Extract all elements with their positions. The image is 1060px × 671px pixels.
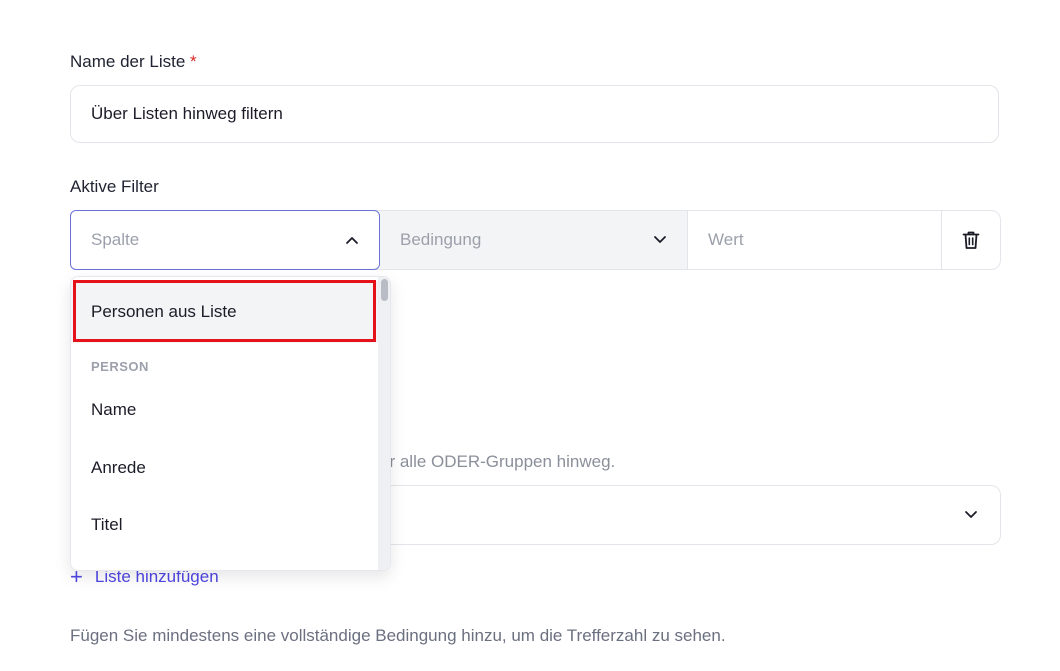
column-dropdown: Personen aus Liste PERSON Name Anrede Ti… (70, 276, 391, 571)
active-filters-label: Aktive Filter (70, 177, 159, 196)
dropdown-item-title[interactable]: Titel (71, 497, 380, 553)
dropdown-scrollbar[interactable] (378, 277, 390, 570)
match-count-hint: Fügen Sie mindestens eine vollständige B… (70, 626, 726, 645)
column-placeholder: Spalte (91, 230, 140, 249)
column-select[interactable]: Spalte (70, 210, 380, 270)
dropdown-item-label: Personen aus Liste (91, 302, 237, 321)
or-groups-hint: er alle ODER-Gruppen hinweg. (380, 452, 616, 471)
chevron-down-icon (653, 233, 667, 247)
filter-row: Spalte Bedingung Wert (70, 210, 1001, 270)
chevron-up-icon (345, 233, 359, 247)
dropdown-item-name[interactable]: Name (71, 382, 380, 438)
list-name-label: Name der Liste * (70, 52, 197, 72)
condition-placeholder: Bedingung (400, 230, 482, 249)
list-name-input[interactable]: Über Listen hinweg filtern (70, 85, 999, 143)
list-name-label-text: Name der Liste (70, 52, 186, 71)
condition-select[interactable]: Bedingung (380, 211, 688, 269)
dropdown-item-label: Name (91, 400, 137, 419)
trash-icon (962, 230, 980, 250)
dropdown-item-label: Titel (91, 515, 123, 534)
list-name-value: Über Listen hinweg filtern (91, 104, 283, 123)
dropdown-scrollbar-thumb[interactable] (381, 279, 388, 301)
dropdown-item-salutation[interactable]: Anrede (71, 440, 380, 496)
chevron-down-icon (964, 508, 978, 522)
dropdown-group-person: PERSON (91, 359, 149, 374)
dropdown-item-label: Anrede (91, 458, 146, 477)
required-mark: * (190, 52, 197, 71)
value-input[interactable]: Wert (688, 211, 942, 269)
delete-filter-button[interactable] (942, 211, 1000, 269)
list-select[interactable] (380, 485, 1001, 545)
value-placeholder: Wert (708, 230, 744, 249)
dropdown-item-persons-from-list[interactable]: Personen aus Liste (71, 281, 380, 343)
